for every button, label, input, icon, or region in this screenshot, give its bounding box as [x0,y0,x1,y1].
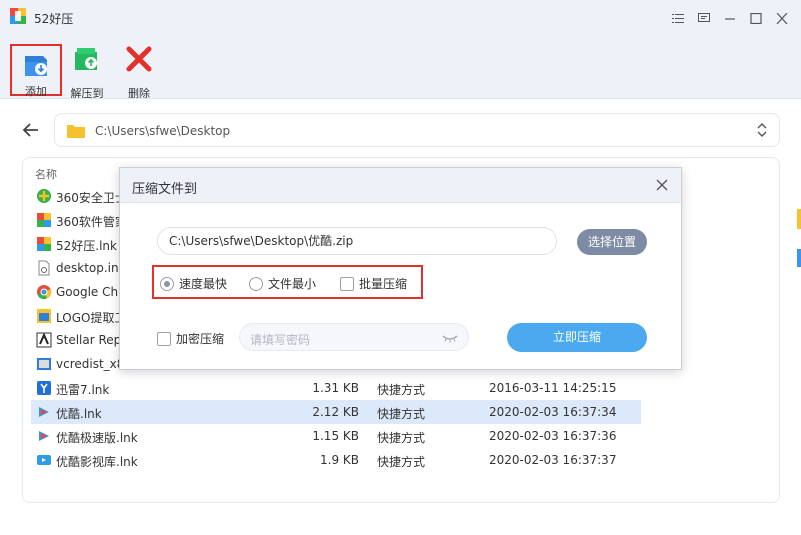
toolbar: 添加 解压到 删除 [0,36,801,99]
close-window-icon[interactable] [769,9,795,27]
feedback-icon[interactable] [691,9,717,27]
side-edge-mark [797,249,801,267]
file-name: 52好压.lnk [56,239,117,253]
file-date: 2020-02-03 16:37:36 [489,429,617,443]
option-fastest-label: 速度最快 [179,277,228,291]
encrypt-label: 加密压缩 [176,332,225,346]
table-row[interactable]: 优酷影视库.lnk 1.9 KB 快捷方式 2020-02-03 16:37:37 [31,448,641,472]
table-row[interactable]: 优酷极速版.lnk 1.15 KB 快捷方式 2020-02-03 16:37:36 [31,424,641,448]
password-placeholder: 请填写密码 [250,333,311,347]
option-smallest[interactable]: 文件最小 [249,275,316,292]
option-batch-label: 批量压缩 [359,277,408,291]
youku-icon [39,407,49,417]
compression-options-group: 速度最快 文件最小 批量压缩 [152,265,423,299]
checkbox-icon[interactable] [157,331,171,346]
file-name: 360安全卫士 [56,191,127,205]
xunlei-icon [37,381,51,395]
file-size: 1.15 KB [312,429,359,443]
path-text: C:\Users\sfwe\Desktop [95,124,231,138]
chrome-icon [37,285,52,300]
file-date: 2020-02-03 16:37:34 [489,405,617,419]
file-name: 迅雷7.lnk [56,383,110,397]
stellar-icon [36,332,52,348]
add-button[interactable]: 添加 [10,44,62,98]
delete-button[interactable]: 删除 [112,42,166,99]
side-edge-mark [797,209,801,229]
logo-tool-icon [37,309,51,323]
dialog-title: 压缩文件到 [132,182,198,197]
ini-file-icon [38,260,50,276]
path-bar[interactable]: C:\Users\sfwe\Desktop [54,113,780,147]
installer-icon [37,358,51,370]
dialog-header: 压缩文件到 [120,168,681,203]
add-archive-icon [25,56,47,76]
file-type: 快捷方式 [377,407,426,421]
password-input[interactable]: 请填写密码 [239,323,469,351]
radio-icon[interactable] [249,276,263,291]
minimize-icon[interactable] [717,9,743,27]
file-date: 2016-03-11 14:25:15 [489,381,617,395]
52haoya-icon [37,237,51,251]
option-fastest[interactable]: 速度最快 [160,275,227,292]
file-type: 快捷方式 [377,455,426,469]
file-size: 1.31 KB [312,381,359,395]
back-arrow-icon[interactable] [22,121,40,139]
app-title: 52好压 [34,12,74,26]
extract-to-button[interactable]: 解压到 [60,42,114,99]
youku-icon [39,431,49,441]
file-type: 快捷方式 [377,383,426,397]
file-size: 1.9 KB [320,453,359,467]
file-name: 优酷极速版.lnk [56,431,138,445]
file-name: Google Chr [56,285,124,299]
file-size: 2.12 KB [312,405,359,419]
window-controls [665,9,795,27]
extract-archive-icon [75,48,97,70]
table-row[interactable]: 优酷.lnk 2.12 KB 快捷方式 2020-02-03 16:37:34 [31,400,641,424]
file-name: LOGO提取工 [56,311,127,325]
file-date: 2020-02-03 16:37:37 [489,453,617,467]
file-name: 优酷影视库.lnk [56,455,138,469]
column-header-name[interactable]: 名称 [35,166,57,182]
compress-now-button[interactable]: 立即压缩 [507,323,647,352]
folder-icon [67,125,85,138]
destination-path-input[interactable]: C:\Users\sfwe\Desktop\优酷.zip [157,227,557,255]
eye-closed-icon[interactable] [442,333,458,343]
option-smallest-label: 文件最小 [268,277,317,291]
maximize-icon[interactable] [743,9,769,27]
compress-dialog: 压缩文件到 C:\Users\sfwe\Desktop\优酷.zip 选择位置 … [119,167,682,370]
path-dropdown-icon[interactable] [757,122,767,138]
file-name: desktop.ini [56,261,122,275]
close-icon[interactable] [655,178,669,192]
file-name: vcredist_x8 [56,357,125,371]
360-software-icon [37,213,51,227]
option-batch[interactable]: 批量压缩 [340,275,407,292]
delete-x-icon [126,46,152,72]
360-safe-icon [37,189,51,203]
menu-list-icon[interactable] [665,9,691,27]
file-name: Stellar Rep [56,333,122,347]
app-logo-icon [10,8,26,24]
radio-selected-icon[interactable] [160,276,174,291]
encrypt-option[interactable]: 加密压缩 [157,330,224,347]
title-bar: 52好压 [0,0,801,36]
file-name: 360软件管家 [56,215,127,229]
checkbox-icon[interactable] [340,276,354,291]
file-type: 快捷方式 [377,431,426,445]
choose-location-button[interactable]: 选择位置 [577,229,647,255]
table-row[interactable]: 迅雷7.lnk 1.31 KB 快捷方式 2016-03-11 14:25:15 [31,376,641,400]
add-label: 添加 [25,85,47,98]
file-name: 优酷.lnk [56,407,102,421]
youku-library-icon [37,455,51,465]
